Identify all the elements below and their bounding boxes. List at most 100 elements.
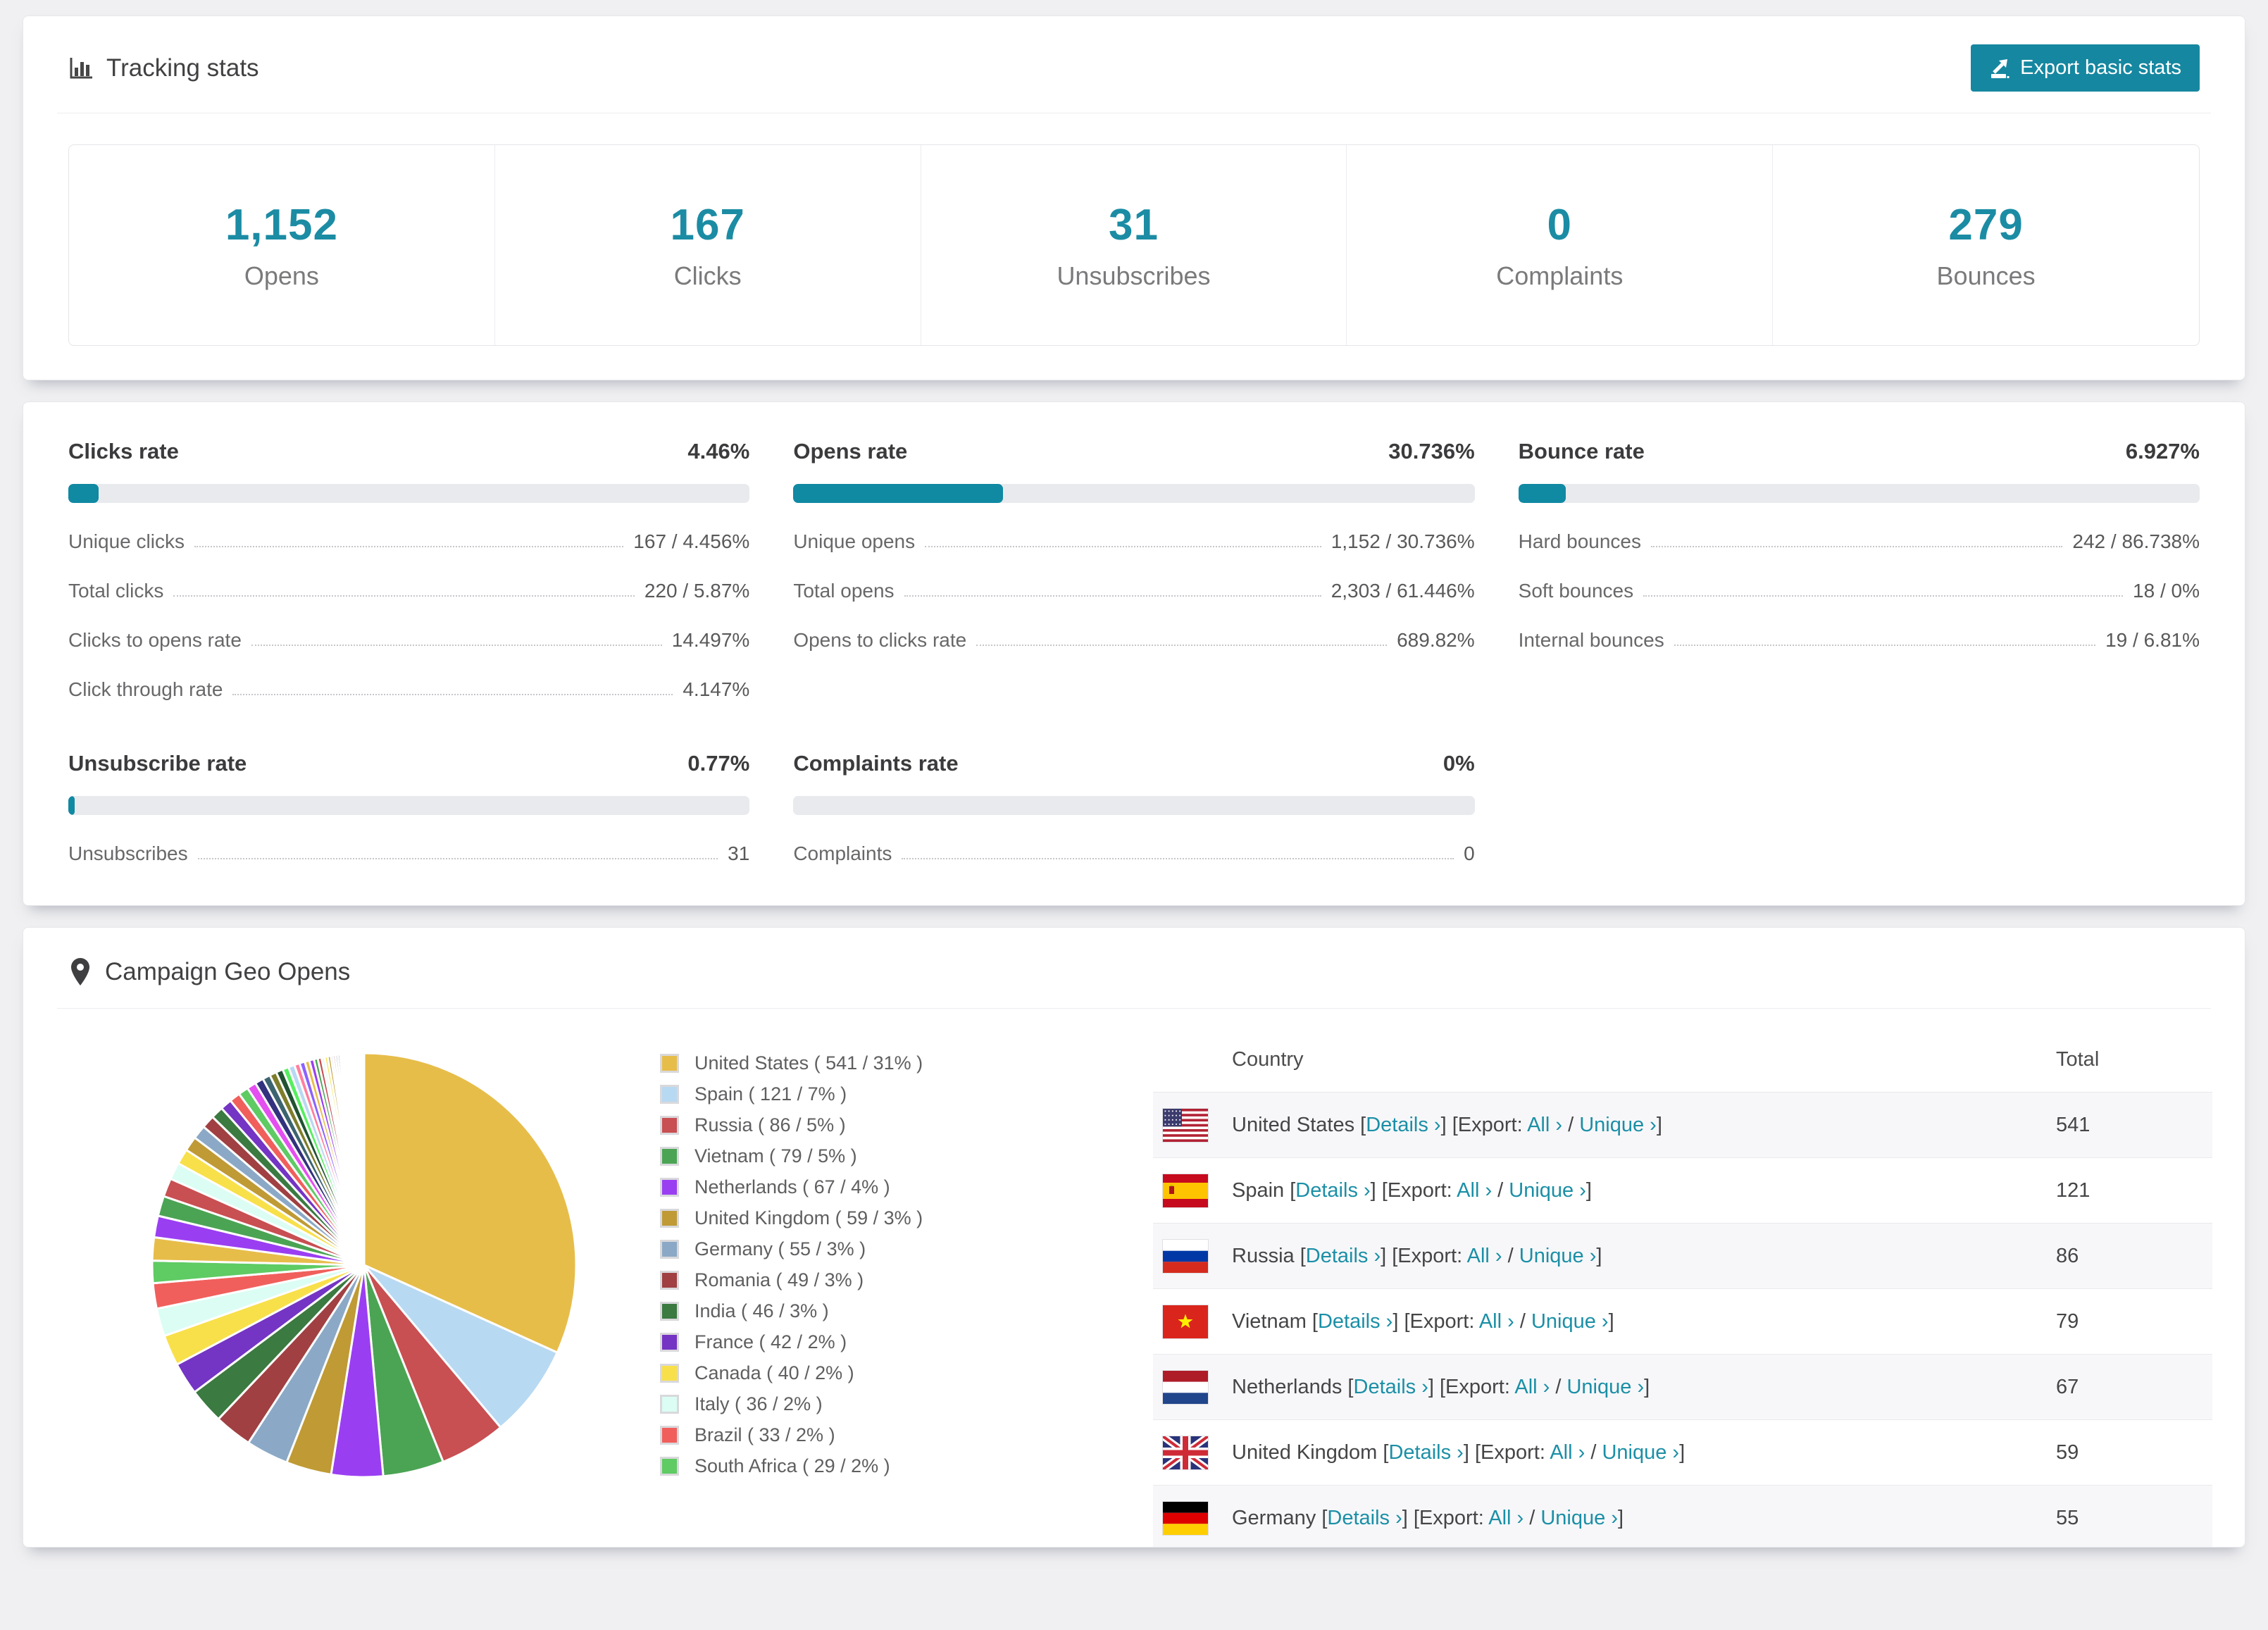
legend-swatch [660,1116,679,1135]
export-all-link[interactable]: All › [1457,1179,1492,1202]
legend-item: United Kingdom ( 59 / 3% ) [660,1207,1054,1229]
rate-detail-value: 2,303 / 61.446% [1331,580,1475,602]
rate-detail-value: 14.497% [671,629,750,651]
legend-item: Germany ( 55 / 3% ) [660,1238,1054,1260]
legend-swatch [660,1457,679,1476]
rate-detail-row: Opens to clicks rate 689.82% [793,630,1474,651]
rate-title: Bounce rate [1518,439,1645,464]
total-cell: 55 [2056,1506,2079,1529]
dotted-leader [232,694,673,695]
stat-value: 0 [1547,200,1573,249]
country-cell: Germany [Details ›] [Export: All › / Uni… [1232,1506,1624,1529]
details-link[interactable]: Details › [1295,1179,1370,1202]
export-all-link[interactable]: All › [1467,1245,1502,1267]
legend-swatch [660,1302,679,1321]
rate-detail-label: Internal bounces [1518,629,1664,651]
rate-value: 0.77% [687,751,750,776]
geo-opens-header: Campaign Geo Opens [56,953,2212,1008]
rate-section-opens-rate: Opens rate 30.736% Unique opens 1,152 / 30.… [793,439,1475,700]
export-all-link[interactable]: All › [1488,1507,1524,1529]
rate-detail-value: 220 / 5.87% [644,580,750,602]
rate-header: Bounce rate 6.927% [1519,439,2200,464]
rate-detail-label: Soft bounces [1518,580,1634,602]
rate-progress-bar [68,796,750,815]
dotted-leader [904,595,1321,597]
rate-header: Unsubscribe rate 0.77% [68,751,749,776]
rate-progress-bar [1518,484,2200,503]
rate-section-bounce-rate: Bounce rate 6.927% Hard bounces 242 / 86.73… [1518,439,2200,700]
legend-item: Italy ( 36 / 2% ) [660,1393,1054,1415]
export-unique-link[interactable]: Unique › [1540,1507,1618,1529]
stat-label: Opens [244,261,319,290]
geo-table-row: Russia [Details ›] [Export: All › / Uniq… [1153,1223,2212,1288]
rate-detail-value: 0 [1464,842,1475,864]
rate-value: 6.927% [2125,439,2200,464]
details-link[interactable]: Details › [1318,1310,1392,1333]
rate-detail-row: Complaints 0 [793,843,1474,864]
export-unique-link[interactable]: Unique › [1566,1376,1644,1398]
stat-label: Unsubscribes [1057,261,1211,290]
legend-label: South Africa ( 29 / 2% ) [694,1455,890,1476]
legend-item: Vietnam ( 79 / 5% ) [660,1145,1054,1167]
legend-swatch [660,1209,679,1228]
total-cell: 67 [2056,1375,2079,1398]
export-unique-link[interactable]: Unique › [1519,1245,1597,1267]
stat-box: 31 Unsubscribes [921,145,1347,345]
legend-swatch [660,1271,679,1290]
legend-label: United Kingdom ( 59 / 3% ) [694,1207,923,1228]
export-all-link[interactable]: All › [1479,1310,1514,1333]
rate-detail-row: Click through rate 4.147% [68,679,749,700]
rate-detail-value: 19 / 6.81% [2105,629,2200,651]
country-column-header: Country [1232,1047,1304,1071]
rates-card: Clicks rate 4.46% Unique clicks 167 / 4.456… [23,402,2245,906]
rate-detail-value: 31 [728,842,750,864]
export-unique-link[interactable]: Unique › [1531,1310,1609,1333]
rate-title: Opens rate [793,439,908,464]
rate-value: 0% [1443,751,1475,776]
legend-label: Germany ( 55 / 3% ) [694,1238,866,1259]
rate-detail-row: Unique clicks 167 / 4.456% [68,531,749,552]
nl-flag-icon [1162,1369,1209,1405]
export-unique-link[interactable]: Unique › [1509,1179,1586,1202]
export-all-link[interactable]: All › [1514,1376,1550,1398]
export-unique-link[interactable]: Unique › [1579,1114,1657,1136]
details-link[interactable]: Details › [1366,1114,1440,1136]
rate-detail-label: Opens to clicks rate [793,629,967,651]
dotted-leader [902,858,1454,859]
rate-detail-value: 1,152 / 30.736% [1331,530,1475,552]
export-basic-stats-button[interactable]: Export basic stats [1971,44,2200,92]
tracking-stats-header: Tracking stats Export basic stats [56,40,2212,113]
legend-item: France ( 42 / 2% ) [660,1331,1054,1353]
stat-box: 167 Clicks [495,145,921,345]
rate-header: Clicks rate 4.46% [68,439,749,464]
details-link[interactable]: Details › [1327,1507,1402,1529]
total-cell: 541 [2056,1113,2091,1136]
rate-section-clicks-rate: Clicks rate 4.46% Unique clicks 167 / 4.456… [68,439,750,700]
rate-detail-label: Total opens [793,580,895,602]
details-link[interactable]: Details › [1354,1376,1428,1398]
legend-item: Spain ( 121 / 7% ) [660,1083,1054,1105]
rate-progress-fill [68,796,75,815]
geo-table-row: Spain [Details ›] [Export: All › / Uniqu… [1153,1157,2212,1223]
export-all-link[interactable]: All › [1527,1114,1562,1136]
ru-flag-icon [1162,1238,1209,1274]
export-all-link[interactable]: All › [1550,1441,1585,1464]
page-title: Tracking stats [106,54,259,82]
pie-slice-other[interactable] [362,1052,366,1267]
rate-header: Complaints rate 0% [793,751,1474,776]
details-link[interactable]: Details › [1388,1441,1463,1464]
rate-progress-bar [793,484,1475,503]
us-flag-icon [1162,1107,1209,1143]
summary-stats-row: 1,152 Opens 167 Clicks 31 Unsubscribes 0 Compla… [68,144,2200,346]
map-pin-icon [68,957,92,987]
rate-detail-row: Clicks to opens rate 14.497% [68,630,749,651]
rate-detail-label: Total clicks [68,580,164,602]
rate-rows: Unsubscribes 31 [68,843,749,864]
export-unique-link[interactable]: Unique › [1602,1441,1679,1464]
total-cell: 79 [2056,1309,2079,1333]
details-link[interactable]: Details › [1306,1245,1381,1267]
geo-content: United States ( 541 / 31% ) Spain ( 121 /… [56,1027,2212,1547]
vn-flag-icon [1162,1304,1209,1339]
total-cell: 86 [2056,1244,2079,1267]
de-flag-icon [1162,1500,1209,1536]
